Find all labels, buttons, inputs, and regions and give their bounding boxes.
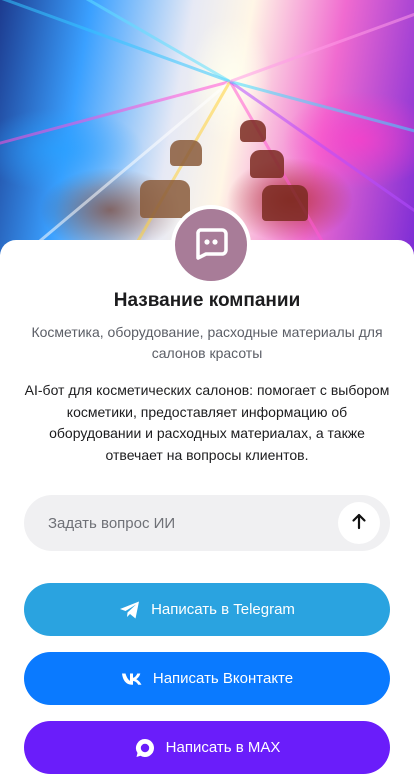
telegram-button-label: Написать в Telegram	[151, 601, 295, 618]
vk-button[interactable]: Написать Вконтакте	[24, 652, 390, 705]
telegram-icon	[119, 600, 141, 620]
company-description: AI-бот для косметических салонов: помога…	[24, 382, 390, 463]
vk-button-label: Написать Вконтакте	[152, 670, 294, 687]
company-name: Название компании	[113, 290, 301, 311]
max-icon	[134, 737, 156, 759]
ask-ai-field	[24, 495, 390, 551]
max-button[interactable]: Написать в MAX	[24, 721, 390, 774]
send-button[interactable]	[338, 502, 380, 544]
ask-ai-input[interactable]	[24, 495, 324, 551]
vk-icon	[121, 672, 143, 686]
company-avatar	[171, 205, 251, 285]
telegram-button[interactable]: Написать в Telegram	[24, 583, 390, 636]
arrow-up-icon	[350, 512, 368, 535]
chat-bot-icon	[194, 226, 228, 265]
max-button-label: Написать в MAX	[165, 739, 281, 756]
company-subtitle: Косметика, оборудование, расходные матер…	[31, 324, 383, 361]
